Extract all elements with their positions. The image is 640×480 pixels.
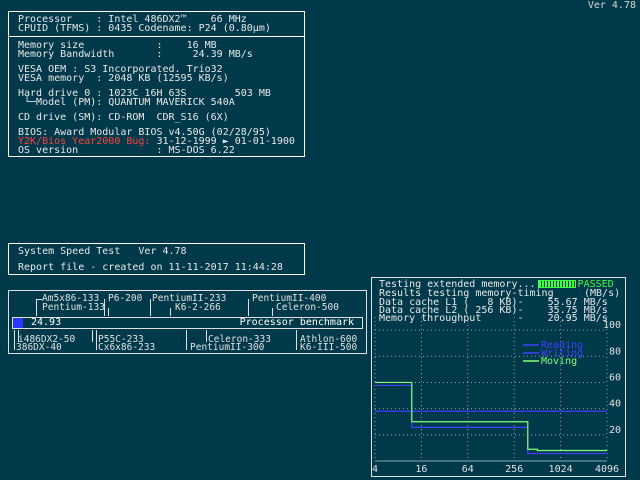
series-line-writing (375, 384, 607, 455)
bench-tick (296, 330, 297, 350)
y-tick-label: 60 (609, 372, 621, 383)
bench-tick (186, 330, 187, 350)
bench-label-k6-2-266: K6-2-266 (175, 302, 221, 313)
bench-tick (108, 308, 109, 316)
bench-tick (206, 330, 207, 342)
bench-tick (14, 330, 15, 350)
series-line-moving (375, 381, 607, 452)
bench-tick (272, 308, 273, 316)
bench-tick (248, 299, 249, 316)
report-file-line: Report file - created on 11-11-2017 11:4… (18, 262, 283, 273)
bench-label-386dx-40: 386DX-40 (16, 342, 62, 353)
bench-tick (96, 330, 97, 350)
memory-bandwidth-line: Memory Bandwidth : 24.39 MB/s (18, 49, 253, 60)
bench-label-p6-200: P6-200 (108, 293, 143, 304)
y-tick-label: 40 (609, 399, 621, 410)
system-info-content: Processor : Intel 486DX2™ 66 MHz CPUID (… (8, 11, 305, 157)
divider (8, 36, 305, 37)
version-label: Ver 4.78 (587, 0, 636, 11)
cd-drive-line: CD drive (SM): CD-ROM CDR_S16 (6X) (18, 112, 229, 123)
memory-timing-chart: 204060801004 16 64 256 1024 4096ReadingWritin… (372, 317, 621, 475)
y-tick-label: 80 (609, 346, 621, 357)
bench-tick (36, 299, 37, 316)
x-tick-label: 1024 (549, 464, 573, 475)
bench-tick (170, 308, 171, 316)
bench-label-pentiumii-300: PentiumII-300 (190, 342, 265, 353)
benchmark-label: Processor benchmark (239, 317, 354, 328)
vesa-memory-line: VESA memory : 2048 KB (12595 KB/s) (18, 73, 229, 84)
os-version-line: OS version : MS-DOS 6.22 (18, 145, 235, 156)
bench-label-celeron-500: Celeron-500 (276, 302, 339, 313)
legend-label: Moving (541, 356, 577, 367)
bench-tick (104, 299, 105, 316)
bench-label-cx6x86-233: Cx6x86-233 (98, 342, 156, 353)
x-tick-label: 64 (462, 464, 474, 475)
bench-tick (150, 299, 151, 316)
bench-label-k6-iii-500: K6-III-500 (300, 342, 358, 353)
cpuid-line: CPUID (TFMS) : 0435 Codename: P24 (0.80µ… (18, 23, 271, 34)
x-tick-label: 256 (505, 464, 523, 475)
bench-tick (36, 299, 42, 300)
benchmark-score: 24.93 (31, 317, 62, 328)
x-tick-label: 4 (372, 464, 378, 475)
speed-test-title: System Speed Test Ver 4.78 (18, 246, 187, 257)
hard-drive-model-line: └─Model (PM): QUANTUM MAVERICK 540A (18, 97, 235, 108)
x-tick-label: 4096 (595, 464, 619, 475)
y-tick-label: 20 (609, 425, 621, 436)
benchmark-bar: 24.93 Processor benchmark (12, 317, 363, 329)
benchmark-bar-fill (13, 318, 23, 328)
bench-label-pentium-133: Pentium-133 (42, 302, 105, 313)
bench-tick (92, 330, 93, 342)
y-tick-label: 100 (603, 320, 621, 331)
x-tick-label: 16 (415, 464, 427, 475)
